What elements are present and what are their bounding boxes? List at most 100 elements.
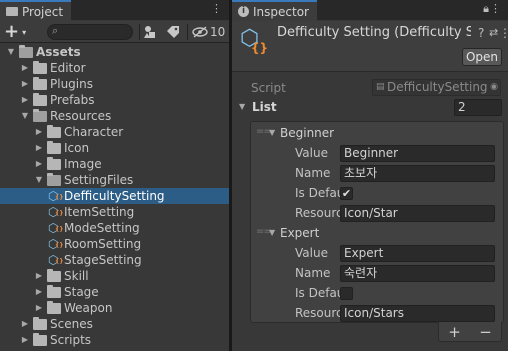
resource-label: Resourc: [295, 206, 340, 220]
preset-icon[interactable]: ⇄: [489, 26, 498, 39]
tree-item[interactable]: ▶ Plugins: [0, 76, 229, 92]
open-button[interactable]: Open: [462, 48, 502, 66]
search-icon: ⌕: [52, 24, 59, 37]
folder-icon: [47, 301, 61, 314]
tree-item[interactable]: ▼ SettingFiles: [0, 172, 229, 188]
project-panel: Project ⋮ + ▾ ⌕ 10 ▼ Assets ▶ Editor ▶ Plugin…: [0, 0, 229, 351]
tree-item[interactable]: ▶ Editor: [0, 60, 229, 76]
expanded-arrow-icon[interactable]: ▼: [6, 44, 16, 60]
element-foldout-arrow[interactable]: ▼: [269, 228, 275, 237]
tree-item[interactable]: ⬡StageSetting: [0, 252, 229, 268]
script-file-icon: ▤: [376, 82, 385, 92]
script-value: DefficultySetting: [387, 80, 488, 94]
list-foldout-arrow[interactable]: ▼: [239, 102, 245, 111]
tree-item[interactable]: ▼ Assets: [0, 44, 229, 60]
expanded-arrow-icon[interactable]: ▼: [20, 108, 30, 124]
expanded-arrow-icon[interactable]: ▼: [34, 172, 44, 188]
tree-item-label: Editor: [50, 61, 86, 75]
tree-item[interactable]: ⬡ItemSetting: [0, 204, 229, 220]
plus-icon: +: [4, 21, 20, 42]
tree-item[interactable]: ▼ Resources: [0, 108, 229, 124]
collapsed-arrow-icon[interactable]: ▶: [34, 284, 44, 300]
folder-icon: [47, 285, 61, 298]
collapsed-arrow-icon[interactable]: ▶: [34, 268, 44, 284]
hidden-packages-toggle[interactable]: 10: [192, 23, 225, 41]
tree-item-label: Scenes: [50, 317, 93, 331]
tree-item-label: Skill: [64, 269, 89, 283]
tree-item[interactable]: ▶ Icon: [0, 140, 229, 156]
project-tab-menu-icon[interactable]: ⋮: [211, 2, 223, 15]
tree-item[interactable]: ▶ Character: [0, 124, 229, 140]
filter-by-type-icon[interactable]: [143, 23, 157, 41]
scriptable-object-icon: ⬡: [48, 237, 64, 251]
resource-field[interactable]: Icon/Stars: [340, 305, 495, 322]
inspector-tab[interactable]: i Inspector: [232, 0, 317, 21]
project-tab[interactable]: Project: [0, 0, 72, 21]
tree-item-label: Image: [64, 157, 102, 171]
project-tabbar: Project ⋮: [0, 0, 229, 21]
tree-item[interactable]: ▶ Stage: [0, 284, 229, 300]
collapsed-arrow-icon[interactable]: ▶: [34, 156, 44, 172]
resource-field[interactable]: Icon/Star: [340, 205, 495, 222]
folder-icon: [33, 333, 47, 346]
collapsed-arrow-icon[interactable]: ▶: [20, 92, 30, 108]
name-field[interactable]: 초보자: [340, 165, 495, 182]
is-default-checkbox[interactable]: [340, 287, 353, 300]
folder-icon: [33, 61, 47, 74]
name-field[interactable]: 숙련자: [340, 265, 495, 282]
project-folder-icon: [6, 7, 18, 16]
element-foldout-arrow[interactable]: ▼: [269, 128, 275, 137]
value-field[interactable]: Expert: [340, 245, 495, 262]
folder-icon: [47, 157, 61, 170]
inspector-tabbar: i Inspector 🔒︎ ⋮: [232, 0, 508, 21]
tree-item-label: Resources: [50, 109, 112, 123]
collapsed-arrow-icon[interactable]: ▶: [34, 300, 44, 316]
object-picker-icon: ◉: [490, 82, 498, 92]
name-label: Name: [295, 166, 331, 180]
is-default-checkbox[interactable]: ✔: [340, 187, 353, 200]
list-size-field[interactable]: 2: [454, 99, 502, 116]
asset-title: Defficulty Setting (Defficulty S: [277, 25, 471, 40]
inspector-tab-menu-icon[interactable]: ⋮: [490, 2, 502, 15]
tree-item-label: SettingFiles: [64, 173, 134, 187]
tree-item[interactable]: ▶ Scenes: [0, 316, 229, 332]
tree-item[interactable]: ▶ Skill: [0, 268, 229, 284]
add-element-button[interactable]: +: [448, 323, 461, 341]
remove-element-button[interactable]: −: [479, 323, 492, 341]
collapsed-arrow-icon[interactable]: ▶: [20, 316, 30, 332]
scriptable-object-icon: ⬡: [48, 221, 64, 235]
collapsed-arrow-icon[interactable]: ▶: [20, 60, 30, 76]
tree-item[interactable]: ▶ Weapon: [0, 300, 229, 316]
collapsed-arrow-icon[interactable]: ▶: [34, 124, 44, 140]
script-field: ▤ DefficultySetting ◉: [372, 79, 501, 96]
folder-icon: [33, 93, 47, 106]
lock-icon[interactable]: 🔒︎: [483, 2, 490, 16]
tree-item-label: StageSetting: [64, 253, 142, 267]
filter-by-label-icon[interactable]: [166, 23, 180, 41]
tree-item[interactable]: ⬡DefficultySetting: [0, 188, 229, 204]
tree-item[interactable]: ⬡ModeSetting: [0, 220, 229, 236]
collapsed-arrow-icon[interactable]: ▶: [34, 140, 44, 156]
element-header[interactable]: Beginner: [280, 125, 334, 141]
list-label[interactable]: List: [252, 98, 277, 116]
context-menu-icon[interactable]: ⋮: [499, 26, 508, 40]
tree-item-label: Icon: [64, 141, 90, 155]
hidden-count: 10: [210, 25, 226, 39]
collapsed-arrow-icon[interactable]: ▶: [20, 76, 30, 92]
tree-item[interactable]: ▶ Scripts: [0, 332, 229, 348]
create-button[interactable]: + ▾: [4, 23, 40, 41]
value-field[interactable]: Beginner: [340, 145, 495, 162]
help-icon[interactable]: ?: [478, 26, 484, 40]
scriptable-object-icon: ⬡: [48, 189, 64, 203]
list-footer: + −: [438, 322, 502, 342]
tree-item[interactable]: ▶ Prefabs: [0, 92, 229, 108]
collapsed-arrow-icon[interactable]: ▶: [20, 332, 30, 348]
element-header[interactable]: Expert: [280, 225, 319, 241]
tree-item[interactable]: ⬡RoomSetting: [0, 236, 229, 252]
info-icon: i: [238, 6, 249, 17]
tree-item-label: Weapon: [64, 301, 113, 315]
search-input[interactable]: ⌕: [47, 24, 133, 40]
tree-item-label: ItemSetting: [64, 205, 135, 219]
folder-icon: [47, 125, 61, 138]
tree-item[interactable]: ▶ Image: [0, 156, 229, 172]
